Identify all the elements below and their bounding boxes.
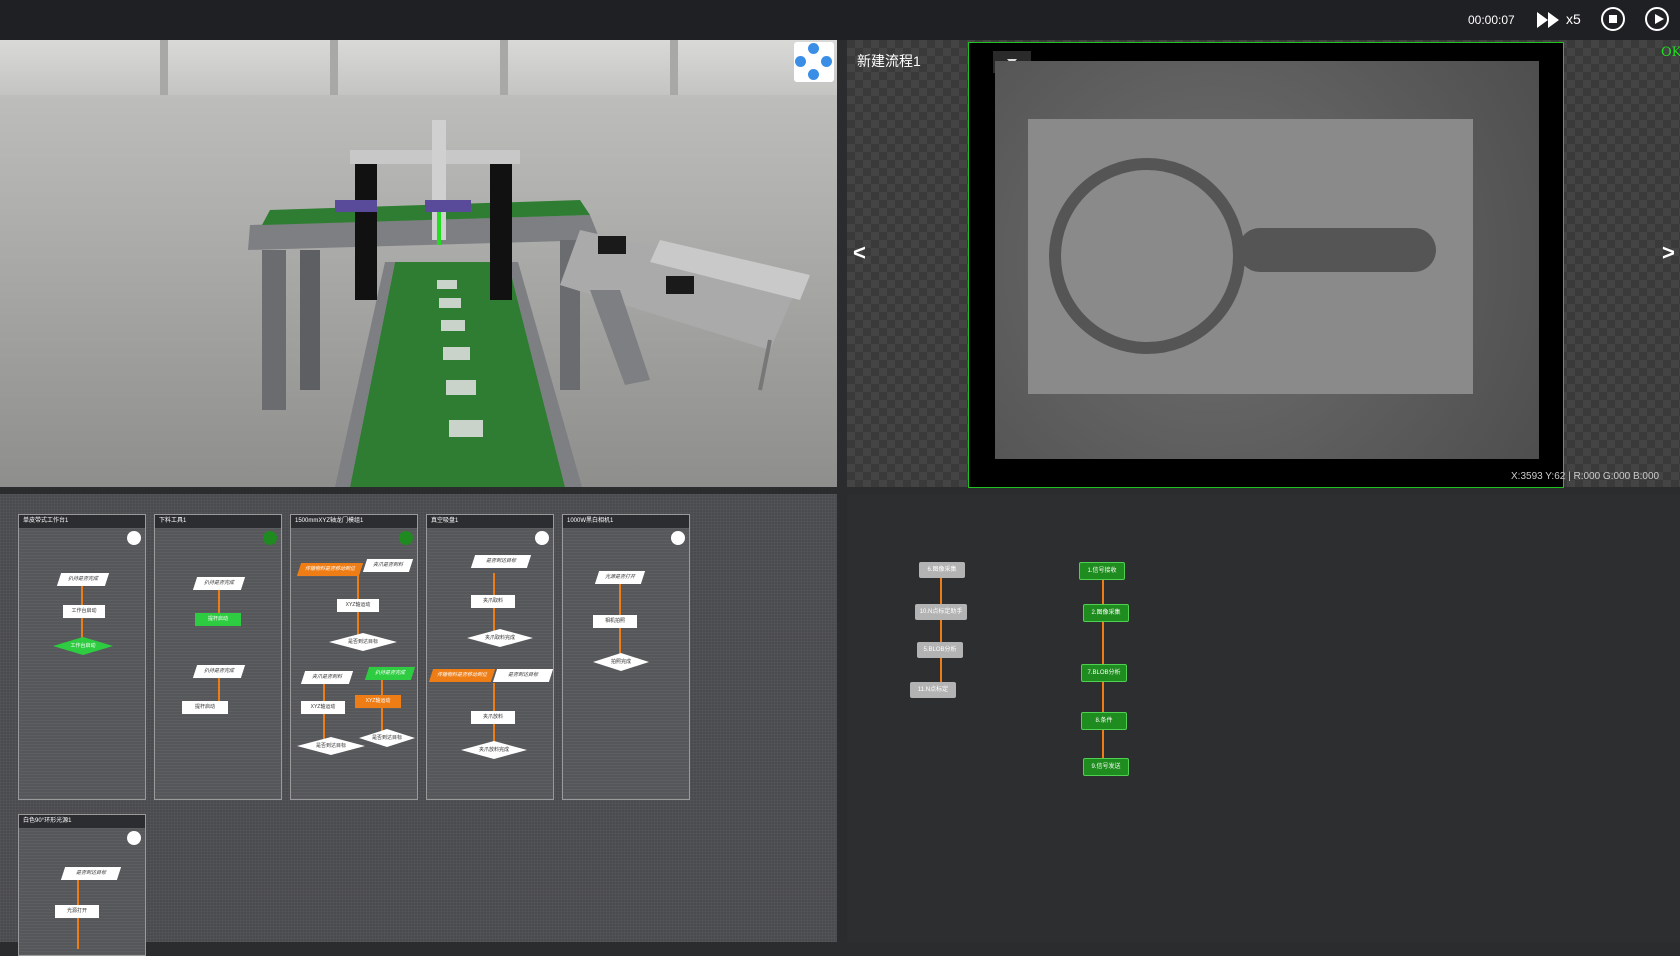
device-status-indicator <box>127 831 141 845</box>
flow-node[interactable]: 扒持是否完成 <box>56 573 110 586</box>
device-card[interactable]: 真空吸盘1 是否到达目标 夹爪取料 夹爪取料完成 传输物料是否移动到位 是否到达… <box>426 514 554 800</box>
flow-node[interactable]: 传输物料是否移动到位 <box>428 669 496 682</box>
device-card-title: 下料工具1 <box>155 515 281 528</box>
speed-label: x5 <box>1566 11 1581 27</box>
next-image-button[interactable]: > <box>1662 240 1675 266</box>
fast-forward-icon[interactable] <box>1535 10 1563 30</box>
device-status-indicator <box>671 531 685 545</box>
view-navigation-cube[interactable] <box>794 42 834 82</box>
flow-node[interactable]: 夹爪放料完成 <box>461 741 527 759</box>
flow-node[interactable]: 夹爪放料 <box>471 711 515 724</box>
flow-node[interactable]: 夹爪取料 <box>471 595 515 608</box>
device-status-indicator <box>399 531 413 545</box>
flow-node[interactable]: 拍照完成 <box>593 653 649 671</box>
process-flow-graph[interactable]: 6.图像采集 10.N点标定助手 5.BLOB分析 11.N点标定 1.信号接收… <box>847 494 1680 942</box>
device-status-indicator <box>263 531 277 545</box>
result-status: OK <box>1661 45 1680 60</box>
flow-node[interactable]: 扒持是否完成 <box>192 665 246 678</box>
device-card-title: 单皮带式工作台1 <box>19 515 145 528</box>
stop-button[interactable] <box>1601 7 1625 31</box>
flow-graph-node[interactable]: 11.N点标定 <box>910 682 956 698</box>
flow-node[interactable]: 是否到达目标 <box>359 729 415 747</box>
top-toolbar: 00:00:07 x5 <box>0 0 1680 40</box>
vision-panel: 新建流程1 < > OK X:3593 Y:62 | R:000 G:000 B… <box>847 40 1680 488</box>
device-card-title: 1000W黑白相机1 <box>563 515 689 528</box>
flow-node[interactable]: 工作台启动 <box>63 605 105 618</box>
flow-node[interactable]: 扒持是否完成 <box>192 577 246 590</box>
camera-image <box>995 61 1539 459</box>
flow-graph-node[interactable]: 8.条件 <box>1081 712 1127 730</box>
flow-node[interactable]: XYZ轴运动 <box>301 701 345 714</box>
flow-node[interactable]: 相机拍照 <box>593 615 637 628</box>
device-card[interactable]: 1500mmXYZ轴龙门模组1 传输物料是否移动到位 夹爪是否到料 XYZ轴运动… <box>290 514 418 800</box>
flow-node[interactable]: 是否到达目标 <box>492 669 554 682</box>
3d-viewport[interactable] <box>0 40 837 487</box>
flow-node[interactable]: 是否到达目标 <box>297 737 365 755</box>
device-card-title: 白色90°环形光源1 <box>19 815 145 828</box>
pixel-coords-readout: X:3593 Y:62 | R:000 G:000 B:000 <box>1511 471 1660 482</box>
flow-node[interactable]: 提杆启动 <box>182 701 228 714</box>
camera-image-frame[interactable]: OK <box>968 42 1680 488</box>
flow-node[interactable]: 传输物料是否移动到位 <box>296 563 364 576</box>
flow-node[interactable]: 夹爪是否到料 <box>362 559 414 572</box>
flow-title: 新建流程1 <box>857 53 921 69</box>
flow-node[interactable]: 夹爪是否到料 <box>300 671 354 684</box>
flow-node[interactable]: 是否到达目标 <box>470 555 532 568</box>
flow-graph-node[interactable]: 1.信号接收 <box>1079 562 1125 580</box>
flow-node[interactable]: 光源打开 <box>55 905 99 918</box>
flow-node[interactable]: 光源是否打开 <box>594 571 646 584</box>
device-status-indicator <box>535 531 549 545</box>
device-card[interactable]: 1000W黑白相机1 光源是否打开 相机拍照 拍照完成 <box>562 514 690 800</box>
flow-graph-node[interactable]: 10.N点标定助手 <box>915 604 967 620</box>
flow-node[interactable]: 提杆启动 <box>195 613 241 626</box>
timer-display: 00:00:07 <box>1468 13 1515 27</box>
device-card[interactable]: 白色90°环形光源1 是否到达目标 光源打开 <box>18 814 146 956</box>
device-card[interactable]: 单皮带式工作台1 扒持是否完成 工作台启动 工作台启动 <box>18 514 146 800</box>
flow-node[interactable]: 是否到达目标 <box>329 633 397 651</box>
flow-node[interactable]: 是否到达目标 <box>60 867 122 880</box>
prev-image-button[interactable]: < <box>853 240 866 266</box>
device-card-title: 真空吸盘1 <box>427 515 553 528</box>
gantry-machine-scene <box>248 120 810 487</box>
flow-graph-node[interactable]: 5.BLOB分析 <box>917 642 963 658</box>
device-card-title: 1500mmXYZ轴龙门模组1 <box>291 515 417 528</box>
play-button[interactable] <box>1645 7 1669 31</box>
flow-graph-node[interactable]: 2.图像采集 <box>1083 604 1129 622</box>
flow-graph-node[interactable]: 9.信号发送 <box>1083 758 1129 776</box>
flow-graph-node[interactable]: 7.BLOB分析 <box>1081 664 1127 682</box>
flow-node[interactable]: 扒持是否完成 <box>364 667 416 680</box>
flow-node[interactable]: XYZ轴运动 <box>337 599 379 612</box>
device-workflow-panel[interactable]: 单皮带式工作台1 扒持是否完成 工作台启动 工作台启动 下料工具1 扒持是否完成… <box>0 494 837 956</box>
flow-node[interactable]: 夹爪取料完成 <box>467 629 533 647</box>
magnifier-shape <box>1049 158 1436 354</box>
flow-node[interactable]: 工作台启动 <box>53 637 113 655</box>
flow-node[interactable]: XYZ轴运动 <box>355 695 401 708</box>
device-status-indicator <box>127 531 141 545</box>
device-card[interactable]: 下料工具1 扒持是否完成 提杆启动 扒持是否完成 提杆启动 <box>154 514 282 800</box>
flow-graph-node[interactable]: 6.图像采集 <box>919 562 965 578</box>
